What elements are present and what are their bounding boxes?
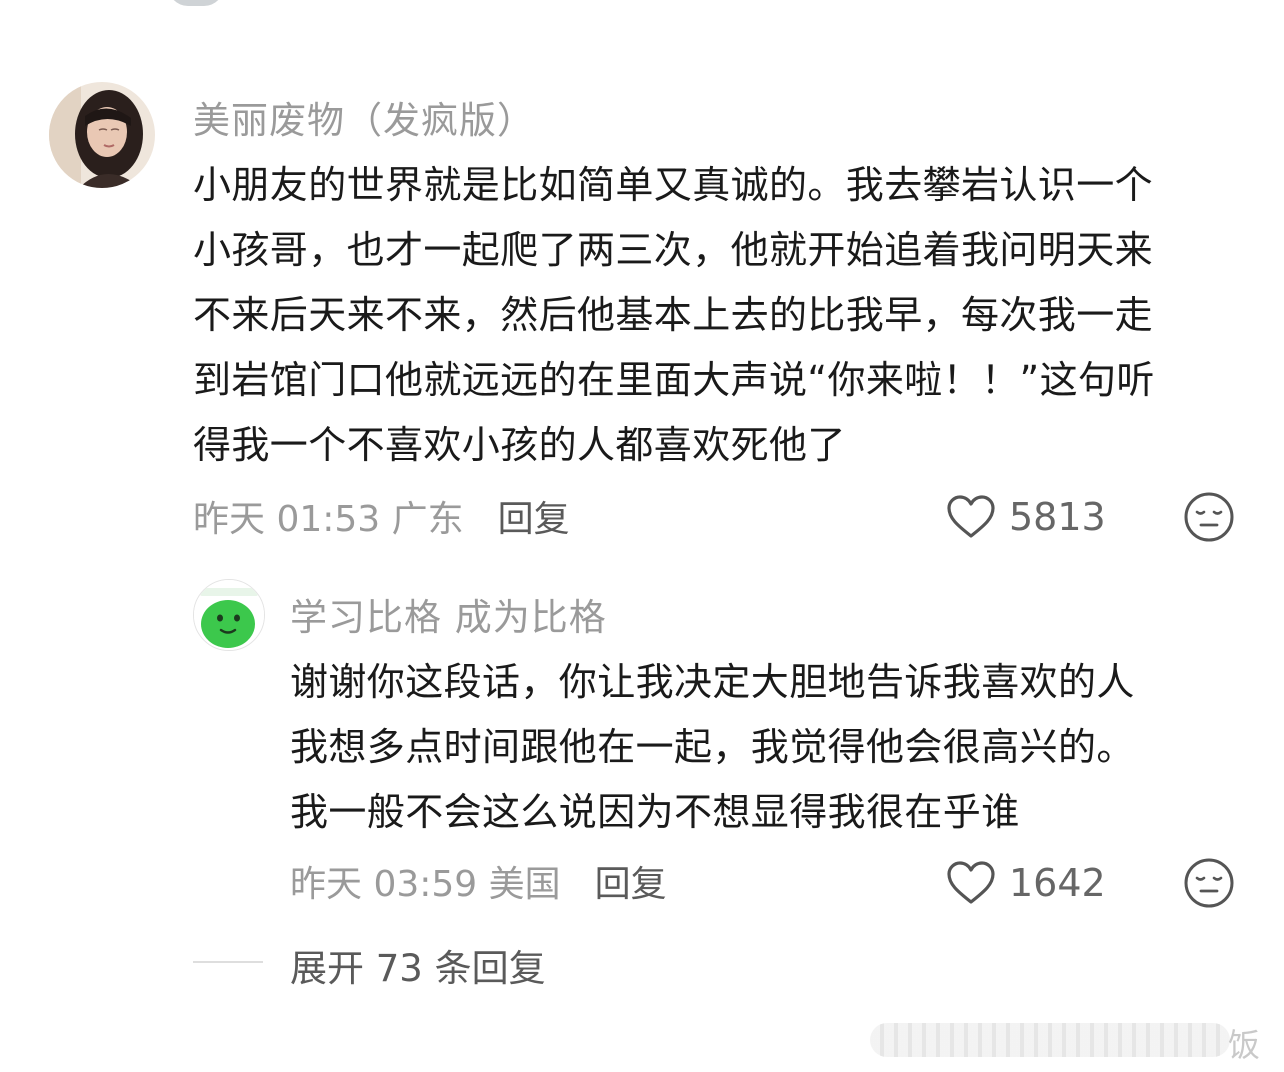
- comment-meta: 昨天 01:53 广东 回复: [193, 491, 570, 541]
- reply-text-line: 谢谢你这段话，你让我决定大胆地告诉我喜欢的人: [290, 660, 1135, 704]
- reply-button[interactable]: 回复: [595, 855, 667, 907]
- comment-text: 小朋友的世界就是比如简单又真诚的。我去攀岩认识一个 小孩哥，也才一起爬了两三次，…: [193, 153, 1253, 478]
- like-count: 5813: [1009, 495, 1106, 539]
- comment-text-line: 小朋友的世界就是比如简单又真诚的。我去攀岩认识一个: [193, 163, 1154, 207]
- watermark-bar: [870, 1023, 1230, 1057]
- replier-avatar[interactable]: [193, 579, 265, 651]
- comment-time-location: 昨天 01:53 广东: [193, 499, 464, 540]
- expand-divider: [193, 961, 263, 963]
- green-blob-avatar-image: [194, 580, 264, 650]
- heart-outline-icon: [947, 495, 995, 538]
- dislike-button[interactable]: [1183, 491, 1235, 543]
- comment-text-line: 不来后天来不来，然后他基本上去的比我早，每次我一走: [193, 293, 1154, 337]
- dislike-button[interactable]: [1183, 857, 1235, 909]
- reply-meta: 昨天 03:59 美国 回复: [290, 856, 667, 906]
- watermark: 饭: [870, 1018, 1260, 1064]
- neutral-face-icon: [1184, 858, 1234, 908]
- reply-text-line: 我一般不会这么说因为不想显得我很在乎谁: [290, 790, 1020, 834]
- like-count: 1642: [1009, 861, 1106, 905]
- portrait-image: [49, 82, 155, 188]
- neutral-face-icon: [1184, 492, 1234, 542]
- replier-name[interactable]: 学习比格 成为比格: [290, 587, 607, 641]
- previous-item-edge: [168, 0, 224, 6]
- reply-text-line: 我想多点时间跟他在一起，我觉得他会很高兴的。: [290, 725, 1135, 769]
- like-button[interactable]: 5813: [945, 489, 1106, 545]
- commenter-avatar[interactable]: [49, 82, 155, 188]
- comment-text-line: 到岩馆门口他就远远的在里面大声说“你来啦！！”这句听: [193, 358, 1155, 402]
- reply-time-location: 昨天 03:59 美国: [290, 864, 561, 905]
- comment-text-line: 小孩哥，也才一起爬了两三次，他就开始追着我问明天来: [193, 228, 1154, 272]
- like-button[interactable]: 1642: [945, 855, 1106, 911]
- comment-text-line: 得我一个不喜欢小孩的人都喜欢死他了: [193, 423, 846, 467]
- reply-text: 谢谢你这段话，你让我决定大胆地告诉我喜欢的人 我想多点时间跟他在一起，我觉得他会…: [290, 650, 1240, 845]
- reply-button[interactable]: 回复: [498, 490, 570, 542]
- watermark-text: 饭: [1227, 1026, 1260, 1064]
- commenter-name[interactable]: 美丽废物（发疯版）: [193, 90, 535, 144]
- heart-outline-icon: [947, 861, 995, 904]
- expand-replies-button[interactable]: 展开 73 条回复: [290, 938, 546, 992]
